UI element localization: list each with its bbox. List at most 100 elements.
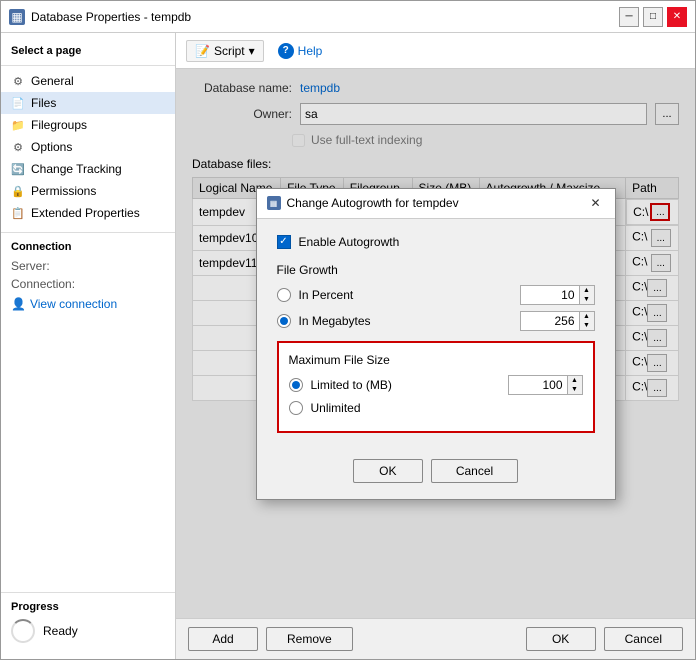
sidebar-item-permissions[interactable]: 🔒 Permissions bbox=[1, 180, 175, 202]
limited-to-radio[interactable] bbox=[289, 378, 303, 392]
progress-status: Ready bbox=[43, 624, 78, 638]
view-connection-text: View connection bbox=[30, 297, 117, 311]
enable-autogrowth-label: Enable Autogrowth bbox=[299, 235, 400, 249]
permissions-icon: 🔒 bbox=[11, 184, 25, 198]
dialog-body: ✓ Enable Autogrowth File Growth In Perce… bbox=[257, 219, 615, 449]
limited-to-down[interactable]: ▼ bbox=[568, 385, 582, 394]
in-percent-label: In Percent bbox=[299, 288, 512, 302]
sidebar-item-change-tracking[interactable]: 🔄 Change Tracking bbox=[1, 158, 175, 180]
dialog-ok-button[interactable]: OK bbox=[353, 459, 423, 483]
enable-autogrowth-row: ✓ Enable Autogrowth bbox=[277, 235, 595, 249]
options-icon: ⚙ bbox=[11, 140, 25, 154]
change-tracking-icon: 🔄 bbox=[11, 162, 25, 176]
file-growth-label: File Growth bbox=[277, 263, 595, 277]
in-percent-up[interactable]: ▲ bbox=[580, 286, 594, 295]
in-megabytes-row: In Megabytes ▲ ▼ bbox=[277, 311, 595, 331]
dialog-icon: ▦ bbox=[267, 196, 281, 210]
sidebar-item-options-label: Options bbox=[31, 140, 72, 154]
sidebar-item-filegroups-label: Filegroups bbox=[31, 118, 87, 132]
general-icon: ⚙ bbox=[11, 74, 25, 88]
close-button[interactable]: ✕ bbox=[667, 7, 687, 27]
in-percent-radio[interactable] bbox=[277, 288, 291, 302]
limited-to-up[interactable]: ▲ bbox=[568, 376, 582, 385]
help-button[interactable]: ? Help bbox=[272, 40, 329, 62]
sidebar-item-files[interactable]: 📄 Files bbox=[1, 92, 175, 114]
toolbar: 📝 Script ▾ ? Help bbox=[176, 33, 695, 69]
in-megabytes-spingroup: ▲ ▼ bbox=[520, 311, 595, 331]
progress-header: Progress bbox=[11, 601, 165, 613]
sidebar-item-general[interactable]: ⚙ General bbox=[1, 70, 175, 92]
view-connection-icon: 👤 bbox=[11, 297, 26, 311]
in-percent-spingroup: ▲ ▼ bbox=[520, 285, 595, 305]
help-icon: ? bbox=[278, 43, 294, 59]
in-megabytes-label: In Megabytes bbox=[299, 314, 512, 328]
progress-section: Progress Ready bbox=[1, 592, 175, 651]
unlimited-radio[interactable] bbox=[289, 401, 303, 415]
cancel-button[interactable]: Cancel bbox=[604, 627, 683, 651]
progress-content: Ready bbox=[11, 619, 165, 643]
connection-detail: Connection: bbox=[1, 275, 175, 293]
server-detail: Server: bbox=[1, 257, 175, 275]
sidebar-item-extended-properties[interactable]: 📋 Extended Properties bbox=[1, 202, 175, 224]
app-icon: ▦ bbox=[9, 9, 25, 25]
script-icon: 📝 bbox=[195, 44, 210, 58]
title-bar: ▦ Database Properties - tempdb ─ □ ✕ bbox=[1, 1, 695, 33]
in-percent-row: In Percent ▲ ▼ bbox=[277, 285, 595, 305]
help-label: Help bbox=[298, 44, 323, 58]
connection-header: Connection bbox=[1, 232, 175, 257]
filegroups-icon: 📁 bbox=[11, 118, 25, 132]
extended-properties-icon: 📋 bbox=[11, 206, 25, 220]
window-title: Database Properties - tempdb bbox=[31, 10, 191, 24]
autogrowth-dialog: ▦ Change Autogrowth for tempdev ✕ ✓ Enab… bbox=[256, 188, 616, 500]
sidebar-item-general-label: General bbox=[31, 74, 74, 88]
limited-to-label: Limited to (MB) bbox=[311, 378, 500, 392]
bottom-left-buttons: Add Remove bbox=[188, 627, 353, 651]
sidebar-item-permissions-label: Permissions bbox=[31, 184, 96, 198]
unlimited-label: Unlimited bbox=[311, 401, 583, 415]
bottom-right-buttons: OK Cancel bbox=[526, 627, 683, 651]
sidebar-item-extended-properties-label: Extended Properties bbox=[31, 206, 140, 220]
modal-overlay: ▦ Change Autogrowth for tempdev ✕ ✓ Enab… bbox=[176, 69, 695, 618]
dialog-buttons: OK Cancel bbox=[257, 449, 615, 499]
remove-button[interactable]: Remove bbox=[266, 627, 353, 651]
content-area: Select a page ⚙ General 📄 Files 📁 Filegr… bbox=[1, 33, 695, 659]
server-label: Server: bbox=[11, 259, 50, 273]
in-percent-down[interactable]: ▼ bbox=[580, 295, 594, 304]
progress-spinner bbox=[11, 619, 35, 643]
view-connection-link[interactable]: 👤 View connection bbox=[1, 293, 175, 315]
enable-autogrowth-checkbox[interactable]: ✓ bbox=[277, 235, 291, 249]
dialog-title: Change Autogrowth for tempdev bbox=[287, 196, 459, 210]
limited-to-row: Limited to (MB) ▲ ▼ bbox=[289, 375, 583, 395]
sidebar-item-files-label: Files bbox=[31, 96, 56, 110]
script-dropdown-icon: ▾ bbox=[249, 44, 255, 58]
dialog-close-button[interactable]: ✕ bbox=[587, 194, 605, 212]
script-button[interactable]: 📝 Script ▾ bbox=[186, 40, 264, 62]
in-megabytes-radio[interactable] bbox=[277, 314, 291, 328]
dialog-title-bar: ▦ Change Autogrowth for tempdev ✕ bbox=[257, 189, 615, 219]
in-megabytes-input[interactable] bbox=[520, 311, 580, 331]
minimize-button[interactable]: ─ bbox=[619, 7, 639, 27]
ok-button[interactable]: OK bbox=[526, 627, 596, 651]
main-window: ▦ Database Properties - tempdb ─ □ ✕ Sel… bbox=[0, 0, 696, 660]
right-panel: 📝 Script ▾ ? Help Database name: tempdb bbox=[176, 33, 695, 659]
in-megabytes-up[interactable]: ▲ bbox=[580, 312, 594, 321]
add-button[interactable]: Add bbox=[188, 627, 258, 651]
sidebar-item-filegroups[interactable]: 📁 Filegroups bbox=[1, 114, 175, 136]
max-file-size-label: Maximum File Size bbox=[289, 353, 583, 367]
in-megabytes-down[interactable]: ▼ bbox=[580, 321, 594, 330]
sidebar-item-options[interactable]: ⚙ Options bbox=[1, 136, 175, 158]
limited-to-spingroup: ▲ ▼ bbox=[508, 375, 583, 395]
main-content: Database name: tempdb Owner: ... Use ful… bbox=[176, 69, 695, 618]
select-page-header: Select a page bbox=[1, 41, 175, 66]
files-icon: 📄 bbox=[11, 96, 25, 110]
limited-to-input[interactable] bbox=[508, 375, 568, 395]
dialog-cancel-button[interactable]: Cancel bbox=[431, 459, 518, 483]
in-percent-input[interactable] bbox=[520, 285, 580, 305]
unlimited-row: Unlimited bbox=[289, 401, 583, 415]
left-panel: Select a page ⚙ General 📄 Files 📁 Filegr… bbox=[1, 33, 176, 659]
maximize-button[interactable]: □ bbox=[643, 7, 663, 27]
script-label: Script bbox=[214, 44, 245, 58]
connection-label: Connection: bbox=[11, 277, 75, 291]
sidebar-item-change-tracking-label: Change Tracking bbox=[31, 162, 122, 176]
max-file-size-section: Maximum File Size Limited to (MB) ▲ bbox=[277, 341, 595, 433]
